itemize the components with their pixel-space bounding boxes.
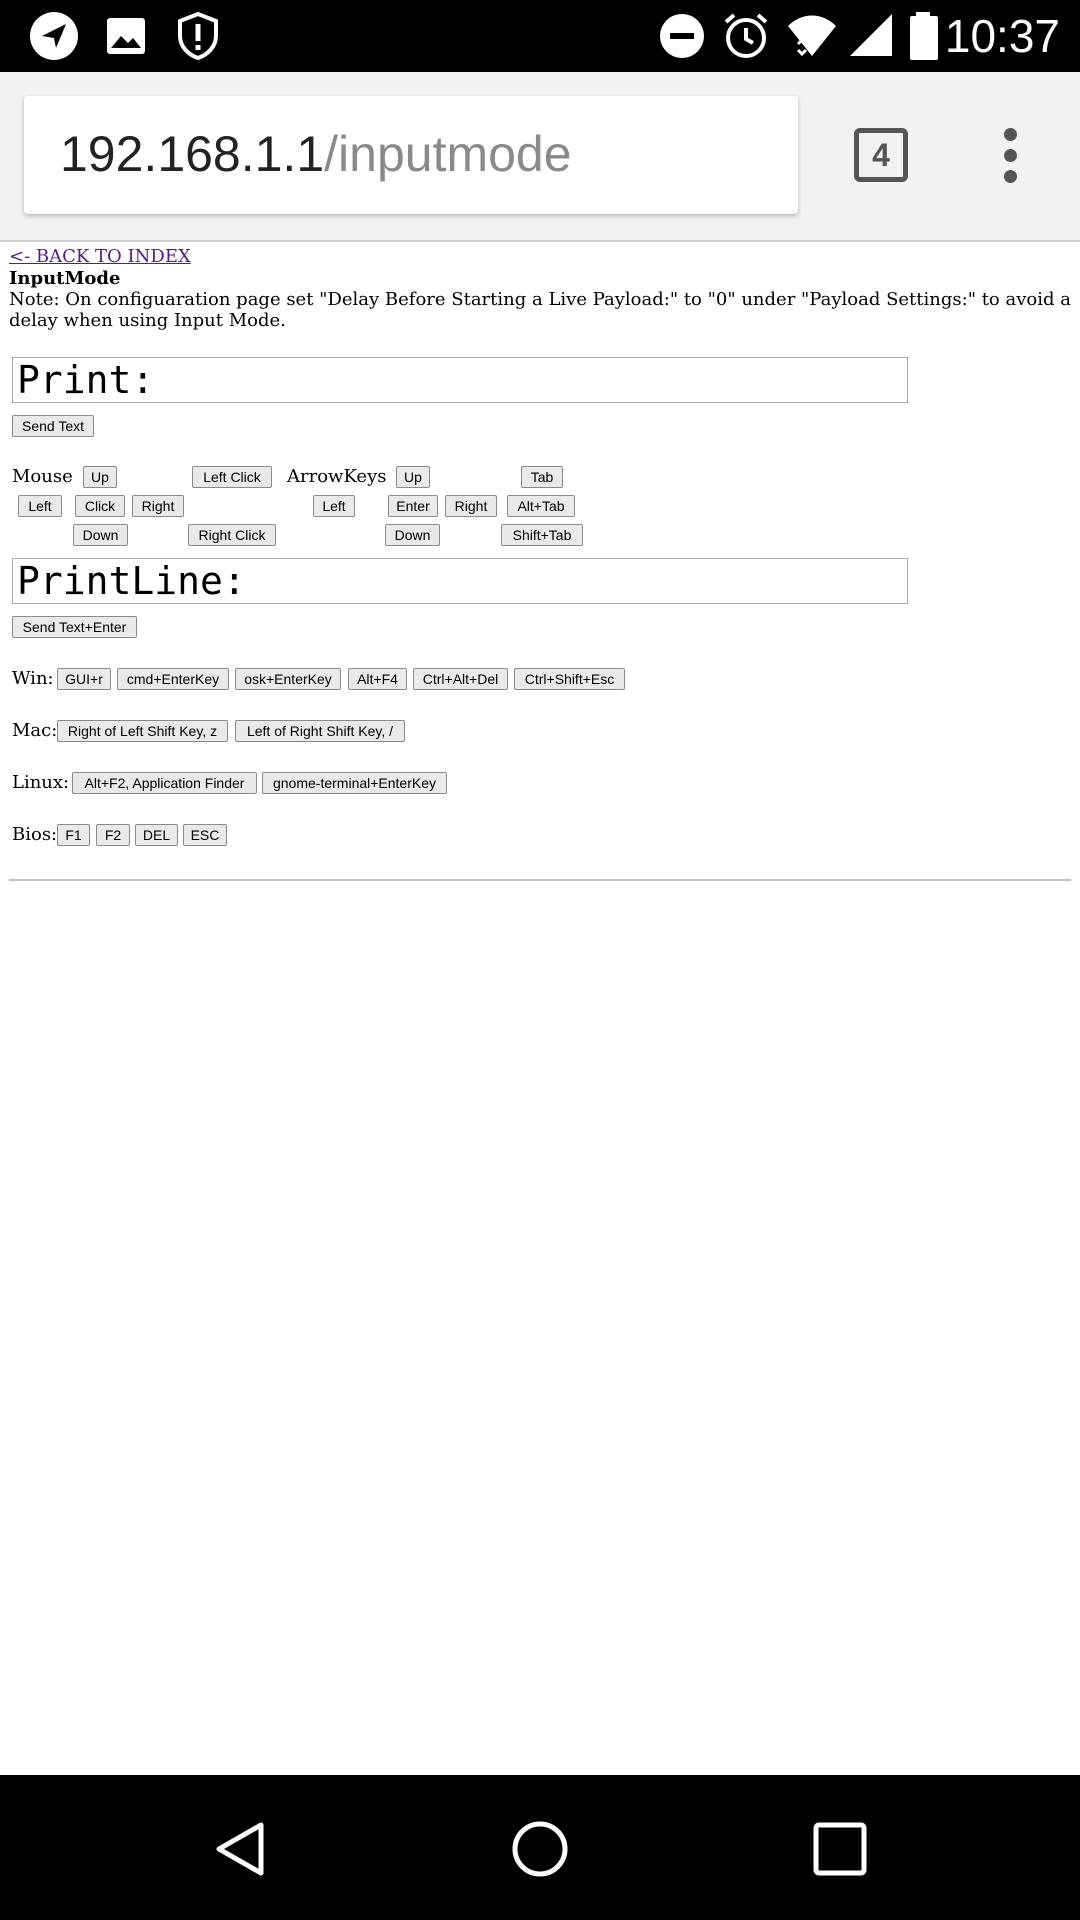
mouse-right-button[interactable]: Right bbox=[132, 495, 184, 517]
bios-label: Bios: bbox=[12, 824, 58, 845]
win-gui-r-button[interactable]: GUI+r bbox=[57, 668, 111, 690]
send-text-enter-button[interactable]: Send Text+Enter bbox=[12, 616, 137, 638]
enter-key-button[interactable]: Enter bbox=[388, 495, 438, 517]
url-host: 192.168.1.1 bbox=[60, 126, 325, 182]
clock-time: 10:37 bbox=[944, 10, 1060, 62]
arrowkeys-label: ArrowKeys bbox=[287, 466, 387, 487]
do-not-disturb-icon bbox=[660, 14, 704, 58]
mac-right-shift-slash-button[interactable]: Left of Right Shift Key, / bbox=[235, 720, 405, 742]
mouse-up-button[interactable]: Up bbox=[83, 466, 117, 488]
printline-text-input[interactable]: PrintLine: bbox=[12, 558, 908, 604]
mouse-down-button[interactable]: Down bbox=[73, 524, 128, 546]
arrow-left-button[interactable]: Left bbox=[313, 495, 355, 517]
left-click-button[interactable]: Left Click bbox=[192, 466, 272, 488]
bios-del-button[interactable]: DEL bbox=[135, 824, 178, 846]
navigation-bar bbox=[0, 1775, 1080, 1920]
mouse-label: Mouse bbox=[12, 466, 73, 487]
battery-icon bbox=[910, 12, 938, 60]
shift-tab-button[interactable]: Shift+Tab bbox=[501, 524, 583, 546]
arrow-up-button[interactable]: Up bbox=[396, 466, 430, 488]
status-bar: 10:37 bbox=[0, 0, 1080, 72]
win-osk-enter-button[interactable]: osk+EnterKey bbox=[235, 668, 341, 690]
right-click-button[interactable]: Right Click bbox=[188, 524, 276, 546]
send-text-button[interactable]: Send Text bbox=[12, 415, 94, 437]
linux-label: Linux: bbox=[12, 772, 70, 793]
browser-toolbar: 192.168.1.1/inputmode 4 bbox=[0, 72, 1080, 242]
page-note: Note: On configuaration page set "Delay … bbox=[9, 289, 1071, 331]
win-ctrl-shift-esc-button[interactable]: Ctrl+Shift+Esc bbox=[514, 668, 625, 690]
win-alt-f4-button[interactable]: Alt+F4 bbox=[348, 668, 407, 690]
image-icon bbox=[107, 18, 145, 54]
overflow-menu-icon[interactable] bbox=[996, 128, 1024, 188]
mac-left-shift-z-button[interactable]: Right of Left Shift Key, z bbox=[57, 720, 228, 742]
back-icon[interactable] bbox=[213, 1821, 269, 1877]
alt-tab-button[interactable]: Alt+Tab bbox=[507, 495, 575, 517]
page-content: <- BACK TO INDEX InputMode Note: On conf… bbox=[9, 246, 1071, 331]
mouse-left-button[interactable]: Left bbox=[18, 495, 62, 517]
page-title: InputMode bbox=[9, 268, 121, 289]
url-bar[interactable]: 192.168.1.1/inputmode bbox=[24, 96, 798, 214]
linux-gnome-terminal-button[interactable]: gnome-terminal+EnterKey bbox=[262, 772, 447, 794]
arrow-right-button[interactable]: Right bbox=[445, 495, 497, 517]
mouse-click-button[interactable]: Click bbox=[75, 495, 125, 517]
bios-esc-button[interactable]: ESC bbox=[183, 824, 227, 846]
navigation-icon bbox=[30, 12, 78, 60]
arrow-down-button[interactable]: Down bbox=[385, 524, 440, 546]
wifi-icon bbox=[788, 15, 836, 57]
win-cmd-enter-button[interactable]: cmd+EnterKey bbox=[117, 668, 229, 690]
recents-icon[interactable] bbox=[812, 1821, 868, 1877]
bios-f1-button[interactable]: F1 bbox=[57, 824, 90, 846]
tab-key-button[interactable]: Tab bbox=[521, 466, 563, 488]
win-ctrl-alt-del-button[interactable]: Ctrl+Alt+Del bbox=[413, 668, 508, 690]
home-icon[interactable] bbox=[512, 1821, 568, 1877]
mac-label: Mac: bbox=[12, 720, 58, 741]
tab-switcher-button[interactable]: 4 bbox=[854, 128, 908, 182]
bios-f2-button[interactable]: F2 bbox=[96, 824, 130, 846]
back-to-index-link[interactable]: <- BACK TO INDEX bbox=[9, 246, 191, 268]
linux-alt-f2-button[interactable]: Alt+F2, Application Finder bbox=[72, 772, 257, 794]
win-label: Win: bbox=[12, 668, 54, 689]
alarm-icon bbox=[724, 13, 768, 58]
horizontal-divider bbox=[9, 879, 1071, 881]
shield-alert-icon bbox=[178, 11, 218, 61]
url-path: /inputmode bbox=[324, 126, 572, 182]
print-text-input[interactable]: Print: bbox=[12, 357, 908, 403]
cell-signal-icon bbox=[850, 14, 892, 56]
url-text[interactable]: 192.168.1.1/inputmode bbox=[60, 124, 572, 184]
